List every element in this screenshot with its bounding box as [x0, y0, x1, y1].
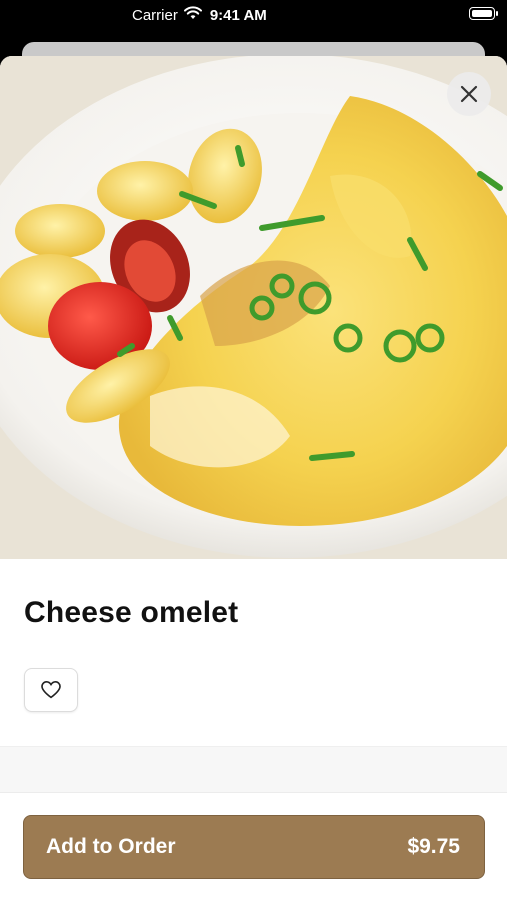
close-icon [460, 85, 478, 103]
hero-image [0, 56, 507, 559]
add-to-order-button[interactable]: Add to Order $9.75 [23, 815, 485, 879]
clock-time: 9:41 AM [209, 6, 267, 24]
status-left: Carrier 9:41 AM [132, 6, 267, 24]
options-section [0, 746, 507, 793]
carrier-label: Carrier [132, 6, 178, 24]
add-to-order-label: Add to Order [46, 835, 176, 858]
battery-icon [469, 7, 495, 20]
item-sheet: Cheese omelet Add to Order $9.75 [0, 56, 507, 900]
close-button[interactable] [447, 72, 491, 116]
wifi-icon [183, 6, 202, 24]
bottom-bar: Add to Order $9.75 [0, 792, 507, 900]
item-title: Cheese omelet [24, 596, 239, 629]
cheese-omelet-photo [0, 56, 507, 559]
status-bar: Carrier 9:41 AM [0, 0, 507, 30]
battery-tip [496, 11, 498, 16]
favorite-button[interactable] [24, 668, 78, 712]
heart-icon [41, 681, 61, 699]
price-label: $9.75 [407, 835, 460, 858]
